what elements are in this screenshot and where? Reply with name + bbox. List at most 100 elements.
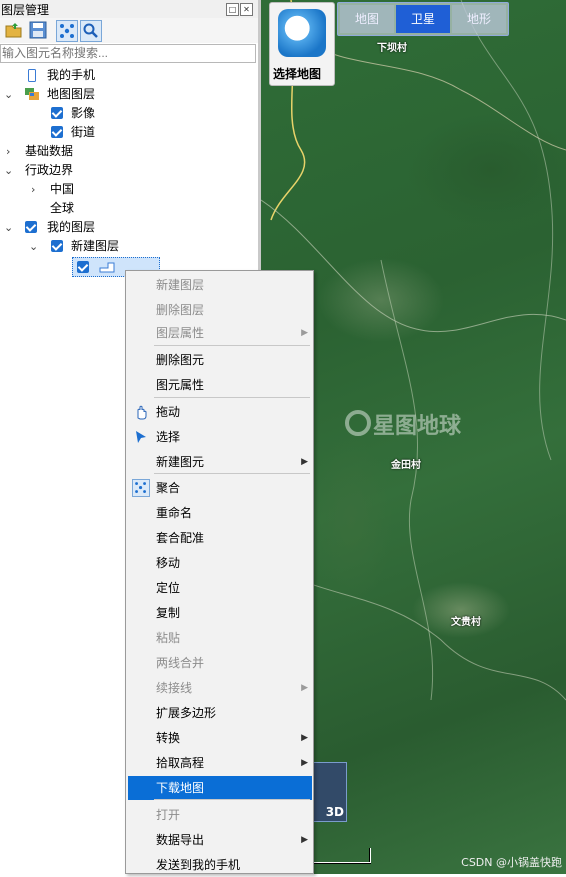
menu-item[interactable]: 拖动	[128, 400, 312, 424]
expand-arrow-icon[interactable]: ⌄	[4, 161, 13, 180]
tree-item-my-phone[interactable]: 我的手机	[0, 66, 258, 85]
menu-item[interactable]: 下载地图	[128, 776, 312, 800]
polygon-feature-icon	[99, 262, 115, 273]
menu-item-label: 数据导出	[156, 833, 205, 847]
menu-item[interactable]: 新建图层	[128, 273, 312, 297]
tree-label: 地图图层	[47, 87, 96, 101]
menu-item[interactable]: 删除图层	[128, 298, 312, 322]
menu-item-label: 重命名	[156, 506, 193, 520]
menu-item[interactable]: 移动	[128, 551, 312, 575]
tree-label: 新建图层	[71, 239, 120, 253]
menu-item[interactable]: 两线合并	[128, 651, 312, 675]
tree-item-new-layer[interactable]: ⌄ 新建图层	[0, 237, 258, 256]
menu-item-label: 发送到我的手机	[156, 858, 241, 872]
menu-item-label: 图元属性	[156, 378, 205, 392]
menu-item[interactable]: 图层属性 ▶	[128, 321, 312, 345]
menu-item[interactable]: 续接线 ▶	[128, 676, 312, 700]
streets-checkbox[interactable]	[51, 126, 63, 138]
cluster-tool[interactable]	[56, 20, 78, 42]
menu-item[interactable]: 聚合	[128, 476, 312, 500]
tree-item-china[interactable]: › 中国	[0, 180, 258, 199]
panel-title-bar: 图层管理 □ ✕	[0, 0, 258, 19]
menu-item[interactable]: 重命名	[128, 501, 312, 525]
tab-satellite[interactable]: 卫星	[396, 5, 450, 33]
menu-item[interactable]: 打开	[128, 803, 312, 827]
menu-item-label: 套合配准	[156, 531, 205, 545]
menu-item-label: 聚合	[156, 481, 181, 495]
tree-label: 我的手机	[47, 68, 96, 82]
tree-label: 我的图层	[47, 220, 96, 234]
menu-separator	[154, 397, 310, 398]
tree-item-admin-boundary[interactable]: ⌄ 行政边界	[0, 161, 258, 180]
menu-item[interactable]: 粘贴	[128, 626, 312, 650]
menu-separator	[154, 473, 310, 474]
tree-label: 行政边界	[25, 163, 74, 177]
tree-item-global[interactable]: 全球	[0, 199, 258, 218]
menu-item[interactable]: 套合配准	[128, 526, 312, 550]
hand-icon	[137, 405, 147, 420]
place-label: 金田村	[391, 460, 421, 471]
collapse-arrow-icon[interactable]: ›	[6, 142, 10, 161]
tree-label: 中国	[50, 182, 75, 196]
credit-text: CSDN @小锅盖快跑	[461, 856, 562, 869]
pin-icon[interactable]: □	[226, 3, 239, 16]
close-icon[interactable]: ✕	[240, 3, 253, 16]
open-folder-icon[interactable]	[4, 20, 24, 40]
menu-item[interactable]: 删除图元	[128, 348, 312, 372]
menu-separator	[154, 799, 310, 800]
menu-item-label: 图层属性	[156, 326, 205, 340]
collapse-arrow-icon[interactable]: ›	[31, 180, 35, 199]
tree-item-map-layers[interactable]: ⌄ 地图图层	[0, 85, 258, 104]
save-icon[interactable]	[28, 20, 48, 40]
menu-item-label: 删除图元	[156, 353, 205, 367]
menu-item-label: 新建图元	[156, 455, 205, 469]
menu-item[interactable]: 拾取高程 ▶	[128, 751, 312, 775]
imagery-checkbox[interactable]	[51, 107, 63, 119]
my-layers-checkbox[interactable]	[25, 221, 37, 233]
tree-label: 全球	[50, 201, 75, 215]
map-logo-icon	[278, 9, 326, 57]
menu-item-label: 转换	[156, 731, 181, 745]
menu-item-label: 续接线	[156, 681, 193, 695]
globe-3d-button[interactable]: 3D	[311, 762, 347, 822]
menu-item[interactable]: 扩展多边形	[128, 701, 312, 725]
search-tool[interactable]	[80, 20, 102, 42]
map-select-button[interactable]: 选择地图	[269, 2, 335, 86]
tree-item-my-layers[interactable]: ⌄ 我的图层	[0, 218, 258, 237]
menu-item[interactable]: 图元属性	[128, 373, 312, 397]
menu-item[interactable]: 转换 ▶	[128, 726, 312, 750]
tree-item-streets[interactable]: 街道	[0, 123, 258, 142]
menu-item[interactable]: 发送到我的手机	[128, 853, 312, 877]
phone-icon	[28, 69, 36, 82]
feature-search-input[interactable]	[0, 44, 256, 63]
menu-item-label: 删除图层	[156, 303, 205, 317]
tab-map[interactable]: 地图	[340, 5, 394, 33]
menu-item-label: 选择	[156, 430, 181, 444]
menu-item-label: 复制	[156, 606, 181, 620]
new-layer-checkbox[interactable]	[51, 240, 63, 252]
place-label: 下坝村	[377, 43, 407, 54]
tree-label: 基础数据	[25, 144, 74, 158]
menu-item[interactable]: 数据导出 ▶	[128, 828, 312, 852]
watermark-logo-icon	[345, 410, 371, 436]
menu-item-label: 移动	[156, 556, 181, 570]
feature-checkbox[interactable]	[77, 261, 89, 273]
place-label: 文贵村	[451, 617, 481, 628]
menu-item[interactable]: 新建图元 ▶	[128, 450, 312, 474]
expand-arrow-icon[interactable]: ⌄	[29, 237, 38, 256]
tree-item-base-data[interactable]: › 基础数据	[0, 142, 258, 161]
menu-item[interactable]: 定位	[128, 576, 312, 600]
menu-item[interactable]: 复制	[128, 601, 312, 625]
menu-separator	[154, 345, 310, 346]
menu-item-label: 新建图层	[156, 278, 205, 292]
menu-item-label: 粘贴	[156, 631, 181, 645]
menu-item[interactable]: 选择	[128, 425, 312, 449]
submenu-arrow-icon: ▶	[301, 683, 308, 693]
tab-terrain[interactable]: 地形	[452, 5, 506, 33]
menu-item-label: 两线合并	[156, 656, 205, 670]
tree-item-imagery[interactable]: 影像	[0, 104, 258, 123]
expand-arrow-icon[interactable]: ⌄	[4, 218, 13, 237]
menu-item-label: 打开	[156, 808, 181, 822]
expand-arrow-icon[interactable]: ⌄	[4, 85, 13, 104]
menu-item-label: 下载地图	[156, 781, 205, 795]
